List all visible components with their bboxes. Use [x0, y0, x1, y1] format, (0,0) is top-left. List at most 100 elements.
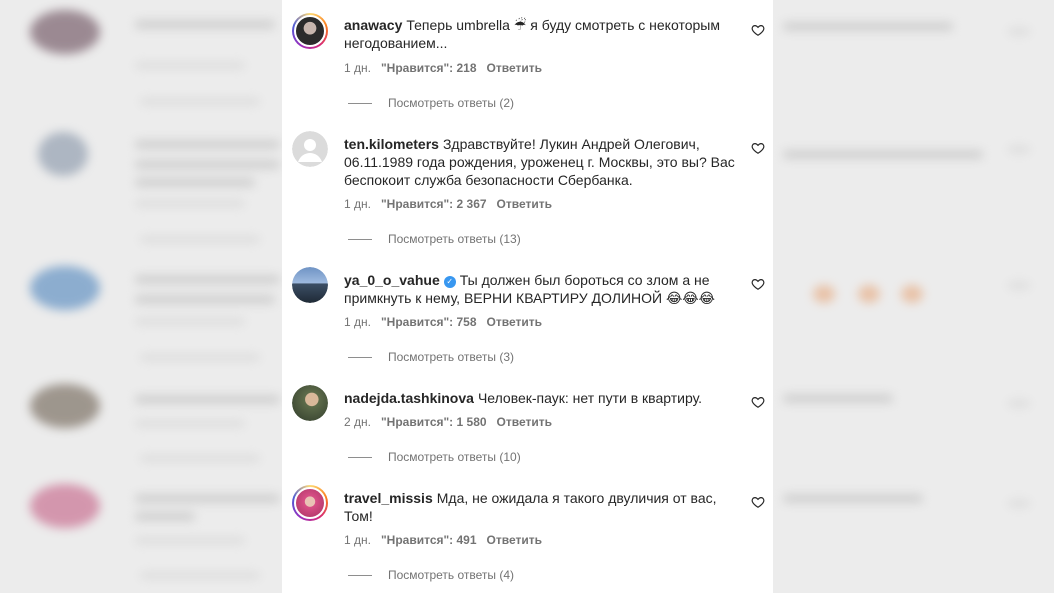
blurred-emoji	[901, 285, 923, 303]
likes-count[interactable]: "Нравится": 2 367	[381, 197, 487, 211]
blurred-avatar	[30, 10, 100, 54]
blurred-text	[135, 420, 245, 427]
avatar[interactable]	[292, 485, 328, 521]
comment-time[interactable]: 1 дн.	[344, 197, 371, 211]
blurred-text	[135, 318, 245, 325]
replies-divider	[348, 357, 372, 359]
view-replies-button[interactable]: Посмотреть ответы (2)	[348, 95, 514, 111]
blurred-text	[135, 537, 245, 544]
avatar-image	[292, 385, 328, 421]
blurred-text	[135, 20, 275, 29]
likes-count[interactable]: "Нравится": 758	[381, 315, 477, 329]
blurred-text	[135, 295, 275, 304]
view-replies-label: Посмотреть ответы (3)	[388, 350, 515, 364]
verified-badge-icon: ✓	[443, 276, 456, 288]
blurred-text	[783, 22, 953, 31]
comment-username[interactable]: anawacy	[344, 17, 402, 33]
blurred-text	[140, 455, 260, 462]
reply-button[interactable]: Ответить	[497, 415, 552, 429]
replies-divider	[348, 239, 372, 241]
blurred-emoji	[858, 285, 880, 303]
view-replies-button[interactable]: Посмотреть ответы (13)	[348, 231, 521, 247]
blurred-text	[135, 512, 195, 521]
blurred-text	[135, 160, 280, 169]
default-avatar-icon	[292, 131, 328, 167]
blurred-avatar	[30, 266, 100, 310]
comment-time[interactable]: 1 дн.	[344, 61, 371, 75]
heart-outline-icon[interactable]	[751, 23, 765, 37]
comments-panel: anawacy Теперь umbrella ☔ я буду смотреть…	[282, 0, 773, 593]
replies-divider	[348, 575, 372, 577]
view-replies-label: Посмотреть ответы (2)	[388, 96, 515, 110]
view-replies-button[interactable]: Посмотреть ответы (4)	[348, 567, 514, 583]
comment-time[interactable]: 1 дн.	[344, 315, 371, 329]
comment-meta: 1 дн. "Нравится": 491 Ответить	[344, 532, 552, 548]
avatar[interactable]	[292, 267, 328, 303]
view-replies-label: Посмотреть ответы (4)	[388, 568, 515, 582]
blurred-text	[135, 62, 245, 69]
blurred-heart	[1008, 400, 1030, 407]
reply-button[interactable]: Ответить	[497, 197, 552, 211]
comment-username[interactable]: nadejda.tashkinova	[344, 390, 474, 406]
comment-text: travel_missis Мда, не ожидала я такого дв…	[344, 489, 744, 525]
blurred-text	[135, 395, 280, 404]
view-replies-button[interactable]: Посмотреть ответы (3)	[348, 349, 514, 365]
blurred-avatar	[38, 132, 88, 176]
reply-button[interactable]: Ответить	[487, 533, 542, 547]
comment-text: nadejda.tashkinova Человек-паук: нет пути…	[344, 389, 744, 407]
heart-outline-icon[interactable]	[751, 495, 765, 509]
blurred-text	[140, 98, 260, 105]
blurred-text	[783, 394, 893, 403]
replies-divider	[348, 103, 372, 105]
comment-meta: 2 дн. "Нравится": 1 580 Ответить	[344, 414, 562, 430]
view-replies-button[interactable]: Посмотреть ответы (10)	[348, 449, 521, 465]
blurred-text	[140, 572, 260, 579]
blurred-text	[783, 494, 923, 503]
blurred-text	[140, 354, 260, 361]
blurred-text	[140, 236, 260, 243]
blurred-heart	[1008, 146, 1030, 153]
avatar[interactable]	[292, 385, 328, 421]
blurred-text	[135, 140, 280, 149]
comment-text: ya_0_o_vahue ✓ Ты должен был бороться со з…	[344, 271, 744, 307]
replies-divider	[348, 457, 372, 459]
comment-meta: 1 дн. "Нравится": 2 367 Ответить	[344, 196, 562, 212]
comment-meta: 1 дн. "Нравится": 218 Ответить	[344, 60, 552, 76]
blurred-heart	[1008, 500, 1030, 507]
blurred-background-right	[773, 0, 1054, 593]
blurred-avatar	[30, 384, 100, 428]
reply-button[interactable]: Ответить	[487, 315, 542, 329]
comment-username[interactable]: travel_missis	[344, 490, 433, 506]
blurred-text	[135, 275, 280, 284]
comment-text: ten.kilometers Здравствуйте! Лукин Андрей…	[344, 135, 744, 189]
comment-time[interactable]: 1 дн.	[344, 533, 371, 547]
avatar[interactable]	[292, 13, 328, 49]
avatar[interactable]	[292, 131, 328, 167]
likes-count[interactable]: "Нравится": 218	[381, 61, 477, 75]
heart-outline-icon[interactable]	[751, 277, 765, 291]
heart-outline-icon[interactable]	[751, 141, 765, 155]
blurred-avatar	[30, 484, 100, 528]
blurred-heart	[1008, 28, 1030, 35]
comment-time[interactable]: 2 дн.	[344, 415, 371, 429]
comment-username[interactable]: ya_0_o_vahue	[344, 272, 440, 288]
comment-body: Человек-паук: нет пути в квартиру.	[477, 390, 703, 406]
view-replies-label: Посмотреть ответы (10)	[388, 450, 521, 464]
blurred-text	[135, 178, 255, 187]
blurred-heart	[1008, 282, 1030, 289]
blurred-text	[783, 150, 983, 159]
avatar-image	[294, 15, 326, 47]
likes-count[interactable]: "Нравится": 1 580	[381, 415, 487, 429]
heart-outline-icon[interactable]	[751, 395, 765, 409]
comment-meta: 1 дн. "Нравится": 758 Ответить	[344, 314, 552, 330]
avatar-image	[294, 487, 326, 519]
blurred-background-left	[0, 0, 282, 593]
comment-text: anawacy Теперь umbrella ☔ я буду смотреть…	[344, 16, 744, 52]
blurred-emoji	[813, 285, 835, 303]
blurred-text	[135, 200, 245, 207]
comment-username[interactable]: ten.kilometers	[344, 136, 439, 152]
reply-button[interactable]: Ответить	[487, 61, 542, 75]
view-replies-label: Посмотреть ответы (13)	[388, 232, 521, 246]
likes-count[interactable]: "Нравится": 491	[381, 533, 477, 547]
blurred-text	[135, 494, 280, 503]
